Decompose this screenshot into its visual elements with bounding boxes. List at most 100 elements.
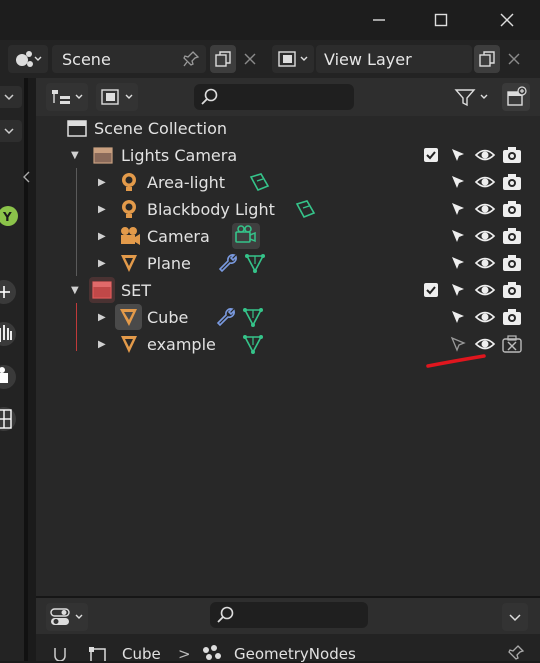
render-camera-icon[interactable] <box>501 145 523 165</box>
render-camera-icon[interactable] <box>501 226 523 246</box>
outliner-row-cube[interactable]: ▶ Cube <box>36 304 540 331</box>
expand-triangle-icon[interactable]: ▶ <box>98 204 106 215</box>
properties-tab-icon[interactable] <box>52 646 68 661</box>
expand-triangle-icon[interactable]: ▶ <box>98 231 106 242</box>
close-icon <box>244 53 256 65</box>
render-disabled-icon[interactable] <box>501 334 523 354</box>
pan-button[interactable] <box>0 320 20 352</box>
filter-view-layer-button[interactable] <box>96 83 138 111</box>
expand-triangle-icon[interactable]: ▶ <box>98 312 106 323</box>
view-layer-icon <box>278 51 308 67</box>
row-label: Lights Camera <box>121 146 238 165</box>
sidebar-toggle-arrow[interactable] <box>22 170 32 188</box>
outliner-row-set[interactable]: ▼ SET <box>36 277 540 304</box>
mesh-data-icon[interactable] <box>244 252 266 274</box>
search-icon <box>201 88 218 105</box>
row-label: Camera <box>147 227 210 246</box>
render-camera-icon[interactable] <box>501 172 523 192</box>
chevron-down-icon <box>4 128 14 135</box>
select-arrow-icon[interactable] <box>449 146 467 164</box>
row-label: Area-light <box>147 173 226 192</box>
collapse-triangle-icon[interactable]: ▼ <box>71 150 79 161</box>
pin-icon[interactable] <box>182 50 200 68</box>
view-layer-icon <box>101 89 133 105</box>
properties-search-input[interactable] <box>210 602 368 628</box>
annotation-red-underline <box>426 354 486 368</box>
collapse-triangle-icon[interactable]: ▼ <box>71 285 79 296</box>
display-mode-button[interactable] <box>46 83 88 111</box>
row-label: example <box>147 335 216 354</box>
view-layer-name-field[interactable]: View Layer <box>316 45 472 73</box>
eye-icon[interactable] <box>474 200 496 218</box>
camera-data-icon <box>235 225 256 243</box>
outliner-row-area-light[interactable]: ▶ Area-light <box>36 169 540 196</box>
eye-icon[interactable] <box>474 281 496 299</box>
delete-scene-button[interactable] <box>238 45 262 73</box>
camera-view-button[interactable] <box>0 363 20 395</box>
editor-type-button[interactable] <box>46 603 88 631</box>
scene-selector-button[interactable] <box>8 45 48 73</box>
render-camera-icon[interactable] <box>501 307 523 327</box>
select-arrow-icon[interactable] <box>449 254 467 272</box>
expand-triangle-icon[interactable]: ▶ <box>98 177 106 188</box>
select-arrow-icon[interactable] <box>449 308 467 326</box>
gizmo-y-axis[interactable]: Y <box>0 205 20 231</box>
zoom-button[interactable] <box>0 278 20 310</box>
delete-view-layer-button[interactable] <box>502 45 526 73</box>
view-layer-selector-button[interactable] <box>272 45 314 73</box>
render-camera-icon[interactable] <box>501 280 523 300</box>
select-disabled-arrow-icon[interactable] <box>449 335 467 353</box>
eye-icon[interactable] <box>474 146 496 164</box>
left-dropdown-button-1[interactable] <box>0 86 22 108</box>
outliner-mode-icon <box>52 90 83 104</box>
window-title-bar <box>0 0 540 40</box>
minimize-button[interactable] <box>362 6 396 34</box>
outliner-row-blackbody-light[interactable]: ▶ Blackbody Light <box>36 196 540 223</box>
outliner-search-input[interactable] <box>194 84 354 110</box>
maximize-button[interactable] <box>424 6 458 34</box>
checkbox-icon[interactable] <box>423 147 439 163</box>
render-camera-icon[interactable] <box>501 253 523 273</box>
new-view-layer-button[interactable] <box>474 45 500 73</box>
eye-icon[interactable] <box>474 227 496 245</box>
outliner-row-camera[interactable]: ▶ Camera <box>36 223 540 250</box>
wrench-modifier-icon[interactable] <box>217 252 239 274</box>
outliner-row-scene-collection[interactable]: Scene Collection <box>36 115 540 142</box>
filter-button[interactable] <box>452 83 494 111</box>
scene-name-field[interactable]: Scene <box>52 45 206 73</box>
pin-icon[interactable] <box>506 644 526 661</box>
select-arrow-icon[interactable] <box>449 200 467 218</box>
select-arrow-icon[interactable] <box>449 173 467 191</box>
left-dropdown-button-2[interactable] <box>0 120 22 142</box>
select-arrow-icon[interactable] <box>449 281 467 299</box>
outliner-row-lights-camera[interactable]: ▼ Lights Camera <box>36 142 540 169</box>
eye-icon[interactable] <box>474 254 496 272</box>
new-collection-button[interactable] <box>502 83 530 111</box>
area-light-data-icon[interactable] <box>247 171 271 193</box>
expand-triangle-icon[interactable]: ▶ <box>98 339 106 350</box>
wrench-modifier-icon[interactable] <box>215 306 237 328</box>
area-light-data-icon[interactable] <box>293 198 317 220</box>
eye-icon[interactable] <box>474 173 496 191</box>
camera-object-icon <box>121 227 140 245</box>
mesh-data-icon[interactable] <box>242 306 264 328</box>
properties-options-dropdown[interactable] <box>502 603 528 631</box>
expand-triangle-icon[interactable]: ▶ <box>98 258 106 269</box>
eye-icon[interactable] <box>474 335 496 353</box>
mesh-object-icon <box>121 255 137 272</box>
maximize-icon <box>434 13 448 27</box>
grid-view-button[interactable] <box>0 405 20 437</box>
chevron-down-icon <box>4 94 14 101</box>
filter-icon <box>454 89 488 107</box>
outliner-row-plane[interactable]: ▶ Plane <box>36 250 540 277</box>
new-scene-button[interactable] <box>210 45 236 73</box>
view-layer-name-label: View Layer <box>324 49 412 69</box>
camera-data-button[interactable] <box>232 223 260 249</box>
mesh-data-icon[interactable] <box>242 333 264 355</box>
select-arrow-icon[interactable] <box>449 227 467 245</box>
eye-icon[interactable] <box>474 308 496 326</box>
close-window-button[interactable] <box>490 6 524 34</box>
scene-icon <box>16 51 42 67</box>
checkbox-icon[interactable] <box>423 282 439 298</box>
render-camera-icon[interactable] <box>501 199 523 219</box>
